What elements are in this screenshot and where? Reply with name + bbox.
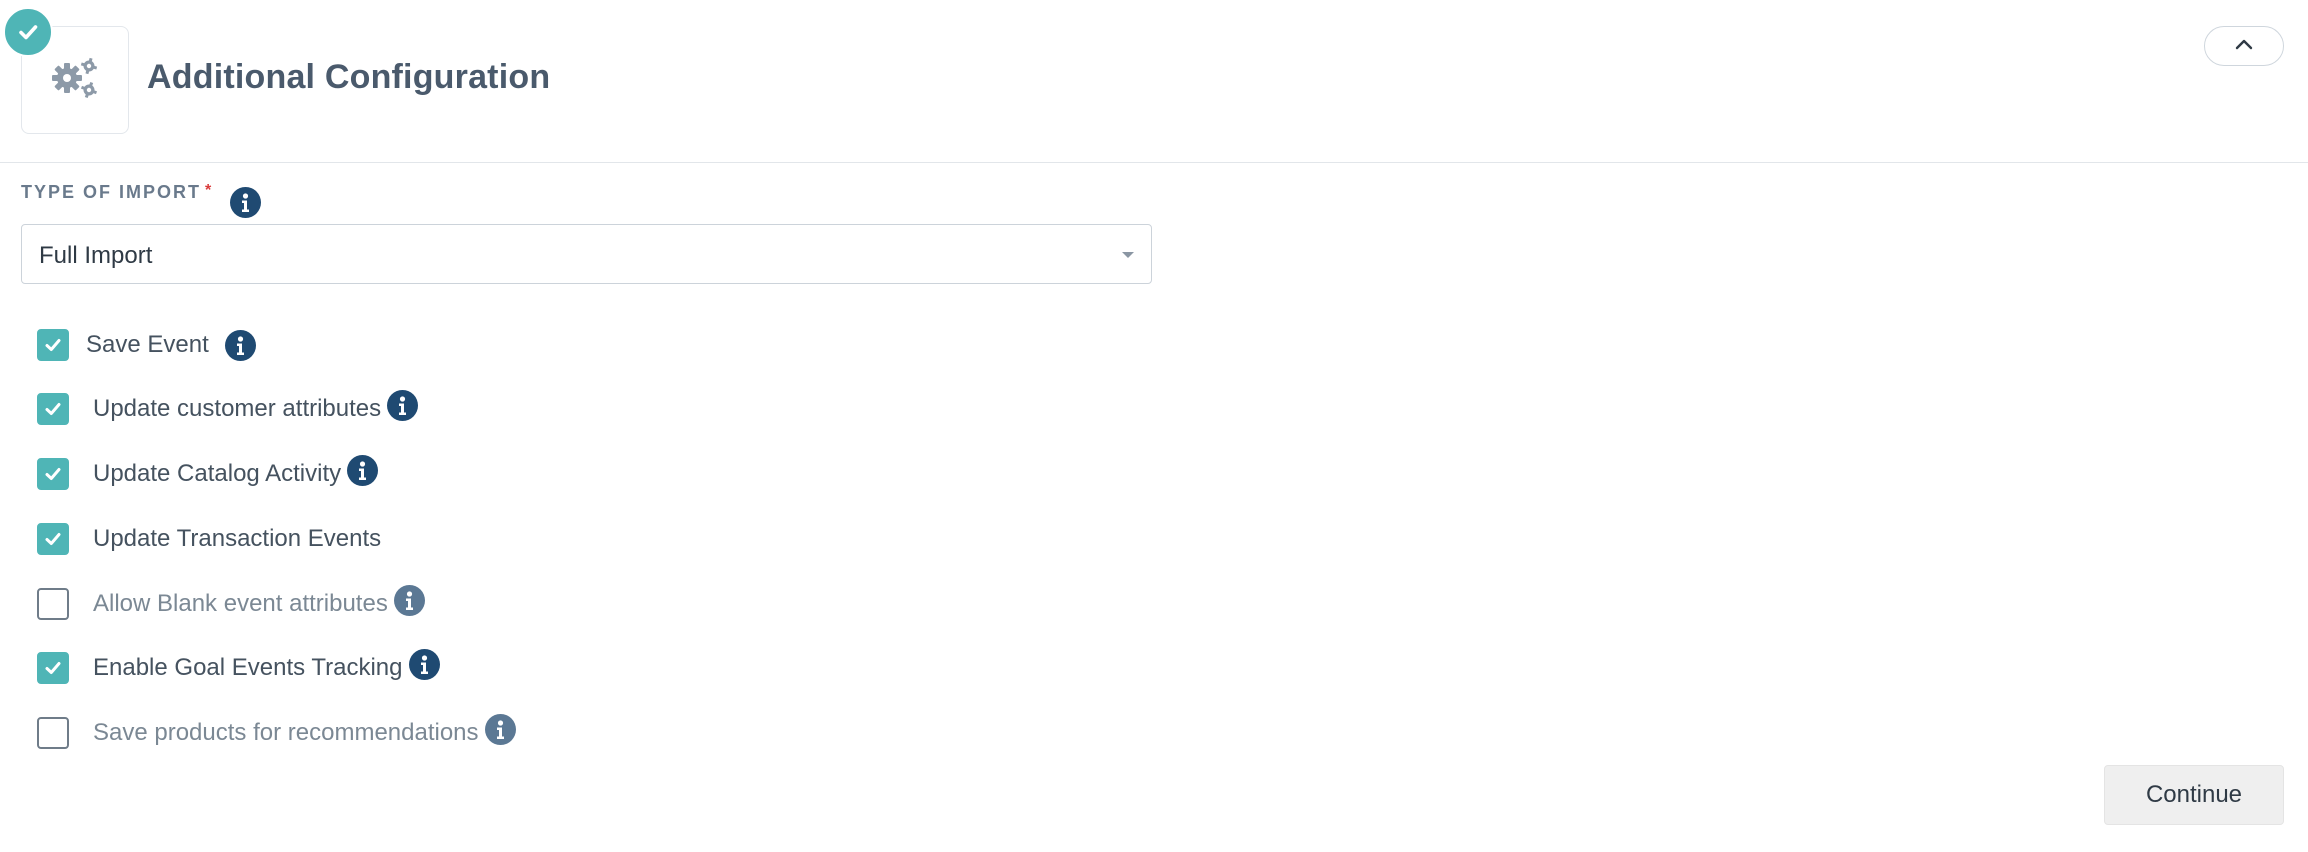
section-header: Additional Configuration <box>0 0 2308 163</box>
save-event-checkbox[interactable] <box>37 329 69 361</box>
update-catalog-activity-label[interactable]: Update Catalog Activity <box>93 460 341 488</box>
import-type-label-text: TYPE OF IMPORT <box>21 182 202 202</box>
info-icon[interactable] <box>230 187 261 218</box>
info-icon[interactable] <box>484 713 516 745</box>
info-icon[interactable] <box>387 389 419 421</box>
info-icon[interactable] <box>393 584 425 616</box>
info-icon[interactable] <box>224 329 256 361</box>
option-allow-blank-event-attributes[interactable]: Allow Blank event attributes <box>37 584 425 621</box>
allow-blank-event-attributes-label[interactable]: Allow Blank event attributes <box>93 590 388 618</box>
update-customer-attributes-label[interactable]: Update customer attributes <box>93 395 381 423</box>
save-event-label[interactable]: Save Event <box>86 331 209 359</box>
option-update-customer-attributes[interactable]: Update customer attributes <box>37 389 419 426</box>
option-enable-goal-events-tracking[interactable]: Enable Goal Events Tracking <box>37 648 440 685</box>
allow-blank-event-attributes-checkbox[interactable] <box>37 588 69 620</box>
save-products-for-recommendations-checkbox[interactable] <box>37 717 69 749</box>
caret-down-icon <box>1122 252 1134 258</box>
option-save-products-for-recommendations[interactable]: Save products for recommendations <box>37 713 516 750</box>
enable-goal-events-tracking-label[interactable]: Enable Goal Events Tracking <box>93 654 403 682</box>
option-save-event[interactable]: Save Event <box>37 328 256 362</box>
import-type-select[interactable]: Full Import <box>21 224 1152 284</box>
import-type-selected-value: Full Import <box>39 242 153 269</box>
enable-goal-events-tracking-checkbox[interactable] <box>37 652 69 684</box>
check-circle-icon <box>3 7 53 57</box>
required-marker: * <box>205 182 214 199</box>
page-title: Additional Configuration <box>147 58 551 96</box>
continue-button[interactable]: Continue <box>2104 765 2284 825</box>
update-transaction-events-label[interactable]: Update Transaction Events <box>93 525 381 553</box>
gears-icon <box>49 55 101 106</box>
info-icon[interactable] <box>408 648 440 680</box>
additional-configuration-panel: Additional Configuration TYPE OF IMPORT *… <box>0 0 2308 852</box>
update-transaction-events-checkbox[interactable] <box>37 523 69 555</box>
chevron-up-icon <box>2235 37 2253 55</box>
import-type-label: TYPE OF IMPORT * <box>21 182 213 203</box>
save-products-for-recommendations-label[interactable]: Save products for recommendations <box>93 719 479 747</box>
update-catalog-activity-checkbox[interactable] <box>37 458 69 490</box>
collapse-button[interactable] <box>2204 26 2284 66</box>
option-update-catalog-activity[interactable]: Update Catalog Activity <box>37 454 379 491</box>
option-update-transaction-events[interactable]: Update Transaction Events <box>37 522 381 556</box>
update-customer-attributes-checkbox[interactable] <box>37 393 69 425</box>
info-icon[interactable] <box>347 454 379 486</box>
